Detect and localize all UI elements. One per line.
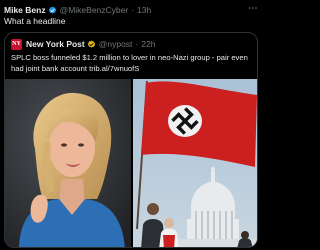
author-handle[interactable]: @MikeBenzCyber: [60, 5, 129, 15]
tweet[interactable]: Mike Benz @MikeBenzCyber · 13h What a he…: [0, 0, 262, 250]
tweet-text: What a headline: [4, 16, 66, 26]
quoted-separator-dot: ·: [135, 39, 139, 49]
quoted-tweet[interactable]: NY New York Post @nypost · 22h SPLC boss…: [4, 32, 258, 248]
author-name[interactable]: Mike Benz: [4, 5, 46, 15]
more-icon[interactable]: [248, 3, 258, 13]
quoted-author-name[interactable]: New York Post: [26, 39, 85, 49]
quoted-media[interactable]: [5, 79, 257, 247]
woman-photo-illustration: [5, 79, 131, 247]
quoted-tweet-header: NY New York Post @nypost · 22h: [11, 38, 155, 50]
quoted-author-handle[interactable]: @nypost: [99, 39, 133, 49]
verified-badge-icon: [48, 6, 56, 14]
media-photo-woman[interactable]: [5, 79, 131, 247]
quoted-tweet-text: SPLC boss funneled $1.2 million to lover…: [11, 53, 248, 73]
quoted-timestamp[interactable]: 22h: [141, 39, 155, 49]
verified-org-badge-icon: [87, 40, 95, 48]
nypost-avatar[interactable]: NY: [11, 38, 22, 50]
separator-dot: ·: [131, 5, 135, 15]
media-photo-flag[interactable]: [133, 79, 257, 247]
tweet-header: Mike Benz @MikeBenzCyber · 13h: [4, 3, 258, 17]
timestamp[interactable]: 13h: [137, 5, 151, 15]
flag-photo-illustration: [133, 79, 257, 247]
